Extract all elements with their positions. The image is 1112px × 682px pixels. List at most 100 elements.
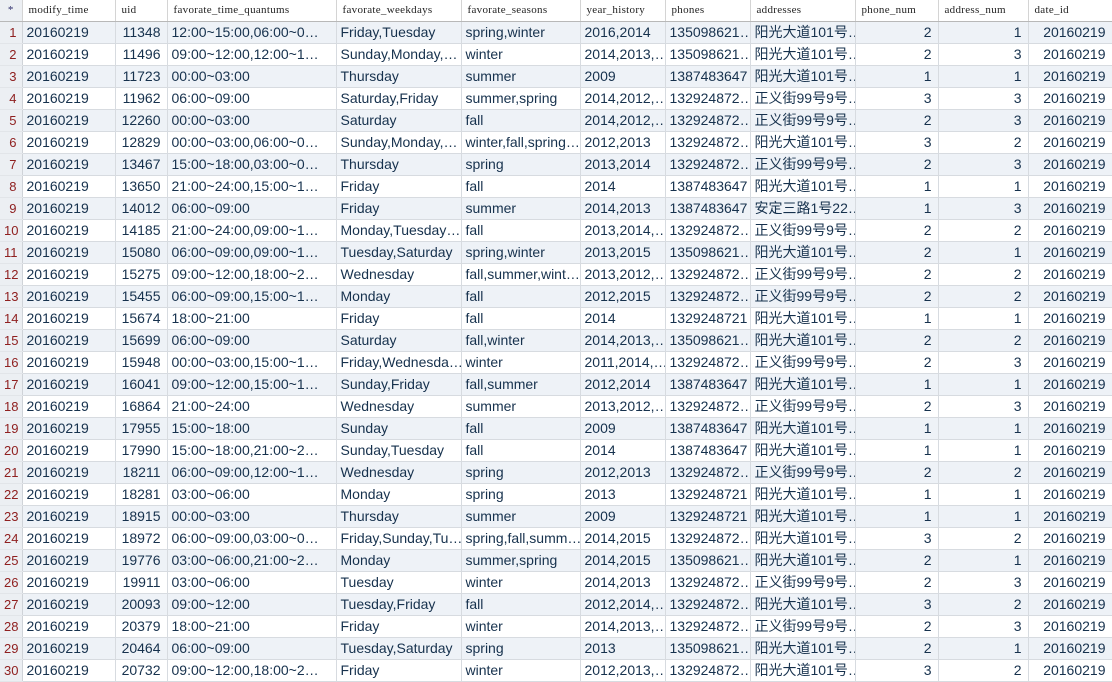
cell-addresses[interactable]: 阳光大道101号… <box>750 307 856 330</box>
cell-favorate_time_quantums[interactable]: 00:00~03:00 <box>167 65 337 88</box>
table-row[interactable]: 12 20160219 15275 09:00~12:00,18:00~2… Wedne… <box>0 263 1112 286</box>
cell-addresses[interactable]: 正义街99号9号… <box>750 285 856 308</box>
cell-addresses[interactable]: 正义街99号9号… <box>750 615 856 638</box>
cell-address_num[interactable]: 1 <box>938 637 1029 660</box>
cell-favorate_seasons[interactable]: fall <box>461 285 581 308</box>
row-number[interactable]: 18 <box>0 395 23 418</box>
cell-favorate_weekdays[interactable]: Wednesday <box>336 395 462 418</box>
cell-modify_time[interactable]: 20160219 <box>22 659 116 682</box>
cell-uid[interactable]: 12260 <box>115 109 168 132</box>
cell-favorate_weekdays[interactable]: Saturday <box>336 329 462 352</box>
table-row[interactable]: 10 20160219 14185 21:00~24:00,09:00~1… Monda… <box>0 219 1112 242</box>
row-number[interactable]: 15 <box>0 329 23 352</box>
cell-uid[interactable]: 15674 <box>115 307 168 330</box>
cell-address_num[interactable]: 1 <box>938 483 1029 506</box>
cell-phone_num[interactable]: 2 <box>855 219 939 242</box>
cell-uid[interactable]: 17955 <box>115 417 168 440</box>
cell-favorate_seasons[interactable]: summer,spring <box>461 549 581 572</box>
cell-year_history[interactable]: 2009 <box>580 417 666 440</box>
cell-year_history[interactable]: 2016,2014 <box>580 21 666 44</box>
cell-modify_time[interactable]: 20160219 <box>22 527 116 550</box>
cell-uid[interactable]: 11496 <box>115 43 168 66</box>
cell-date_id[interactable]: 20160219 <box>1028 373 1112 396</box>
cell-uid[interactable]: 17990 <box>115 439 168 462</box>
row-number[interactable]: 3 <box>0 65 23 88</box>
cell-date_id[interactable]: 20160219 <box>1028 285 1112 308</box>
cell-favorate_seasons[interactable]: spring <box>461 461 581 484</box>
cell-addresses[interactable]: 正义街99号9号… <box>750 395 856 418</box>
cell-modify_time[interactable]: 20160219 <box>22 439 116 462</box>
cell-favorate_weekdays[interactable]: Thursday <box>336 505 462 528</box>
cell-year_history[interactable]: 2012,2013 <box>580 461 666 484</box>
cell-modify_time[interactable]: 20160219 <box>22 197 116 220</box>
cell-address_num[interactable]: 1 <box>938 549 1029 572</box>
cell-modify_time[interactable]: 20160219 <box>22 307 116 330</box>
cell-address_num[interactable]: 3 <box>938 43 1029 66</box>
cell-uid[interactable]: 13467 <box>115 153 168 176</box>
cell-phones[interactable]: 135098621… <box>665 241 751 264</box>
cell-date_id[interactable]: 20160219 <box>1028 87 1112 110</box>
cell-addresses[interactable]: 阳光大道101号… <box>750 483 856 506</box>
cell-modify_time[interactable]: 20160219 <box>22 615 116 638</box>
cell-modify_time[interactable]: 20160219 <box>22 131 116 154</box>
cell-favorate_time_quantums[interactable]: 00:00~03:00 <box>167 109 337 132</box>
cell-favorate_weekdays[interactable]: Monday <box>336 549 462 572</box>
cell-favorate_seasons[interactable]: winter,fall,spring… <box>461 131 581 154</box>
cell-addresses[interactable]: 阳光大道101号… <box>750 439 856 462</box>
table-row[interactable]: 27 20160219 20093 09:00~12:00 Tuesday,Friday… <box>0 593 1112 616</box>
column-header-addresses[interactable]: addresses <box>750 0 856 22</box>
cell-addresses[interactable]: 正义街99号9号… <box>750 219 856 242</box>
cell-favorate_seasons[interactable]: fall,summer <box>461 373 581 396</box>
cell-address_num[interactable]: 2 <box>938 131 1029 154</box>
row-number[interactable]: 12 <box>0 263 23 286</box>
cell-favorate_seasons[interactable]: fall <box>461 593 581 616</box>
cell-uid[interactable]: 15080 <box>115 241 168 264</box>
cell-addresses[interactable]: 安定三路1号22… <box>750 197 856 220</box>
cell-modify_time[interactable]: 20160219 <box>22 153 116 176</box>
cell-favorate_time_quantums[interactable]: 03:00~06:00 <box>167 571 337 594</box>
cell-addresses[interactable]: 阳光大道101号… <box>750 505 856 528</box>
cell-favorate_seasons[interactable]: fall,summer,wint… <box>461 263 581 286</box>
cell-year_history[interactable]: 2012,2015 <box>580 285 666 308</box>
column-header-favorate_seasons[interactable]: favorate_seasons <box>461 0 581 22</box>
cell-year_history[interactable]: 2012,2013,… <box>580 659 666 682</box>
table-row[interactable]: 2 20160219 11496 09:00~12:00,12:00~1… Sunday… <box>0 43 1112 66</box>
cell-year_history[interactable]: 2012,2014,… <box>580 593 666 616</box>
cell-date_id[interactable]: 20160219 <box>1028 549 1112 572</box>
cell-address_num[interactable]: 1 <box>938 175 1029 198</box>
cell-address_num[interactable]: 2 <box>938 329 1029 352</box>
cell-date_id[interactable]: 20160219 <box>1028 659 1112 682</box>
cell-uid[interactable]: 12829 <box>115 131 168 154</box>
cell-phones[interactable]: 135098621… <box>665 43 751 66</box>
cell-date_id[interactable]: 20160219 <box>1028 175 1112 198</box>
cell-address_num[interactable]: 1 <box>938 21 1029 44</box>
table-row[interactable]: 24 20160219 18972 06:00~09:00,03:00~0… Frida… <box>0 527 1112 550</box>
cell-phone_num[interactable]: 3 <box>855 593 939 616</box>
cell-phone_num[interactable]: 1 <box>855 197 939 220</box>
row-number[interactable]: 2 <box>0 43 23 66</box>
cell-year_history[interactable]: 2013,2012,… <box>580 395 666 418</box>
cell-favorate_time_quantums[interactable]: 09:00~12:00,18:00~2… <box>167 659 337 682</box>
cell-phone_num[interactable]: 2 <box>855 637 939 660</box>
table-row[interactable]: 4 20160219 11962 06:00~09:00 Saturday,Friday… <box>0 87 1112 110</box>
table-row[interactable]: 9 20160219 14012 06:00~09:00 Friday summer 201… <box>0 197 1112 220</box>
row-number[interactable]: 24 <box>0 527 23 550</box>
cell-favorate_seasons[interactable]: spring,winter <box>461 241 581 264</box>
cell-modify_time[interactable]: 20160219 <box>22 593 116 616</box>
cell-favorate_weekdays[interactable]: Friday <box>336 659 462 682</box>
cell-favorate_weekdays[interactable]: Wednesday <box>336 461 462 484</box>
cell-year_history[interactable]: 2014,2013,… <box>580 43 666 66</box>
cell-date_id[interactable]: 20160219 <box>1028 571 1112 594</box>
cell-uid[interactable]: 19776 <box>115 549 168 572</box>
cell-year_history[interactable]: 2013 <box>580 483 666 506</box>
cell-modify_time[interactable]: 20160219 <box>22 43 116 66</box>
cell-favorate_seasons[interactable]: spring,winter <box>461 21 581 44</box>
cell-date_id[interactable]: 20160219 <box>1028 351 1112 374</box>
cell-phone_num[interactable]: 2 <box>855 109 939 132</box>
cell-favorate_seasons[interactable]: winter <box>461 571 581 594</box>
cell-date_id[interactable]: 20160219 <box>1028 21 1112 44</box>
select-all-corner-cell[interactable]: * <box>0 0 23 22</box>
cell-favorate_time_quantums[interactable]: 06:00~09:00 <box>167 637 337 660</box>
cell-modify_time[interactable]: 20160219 <box>22 87 116 110</box>
cell-date_id[interactable]: 20160219 <box>1028 263 1112 286</box>
